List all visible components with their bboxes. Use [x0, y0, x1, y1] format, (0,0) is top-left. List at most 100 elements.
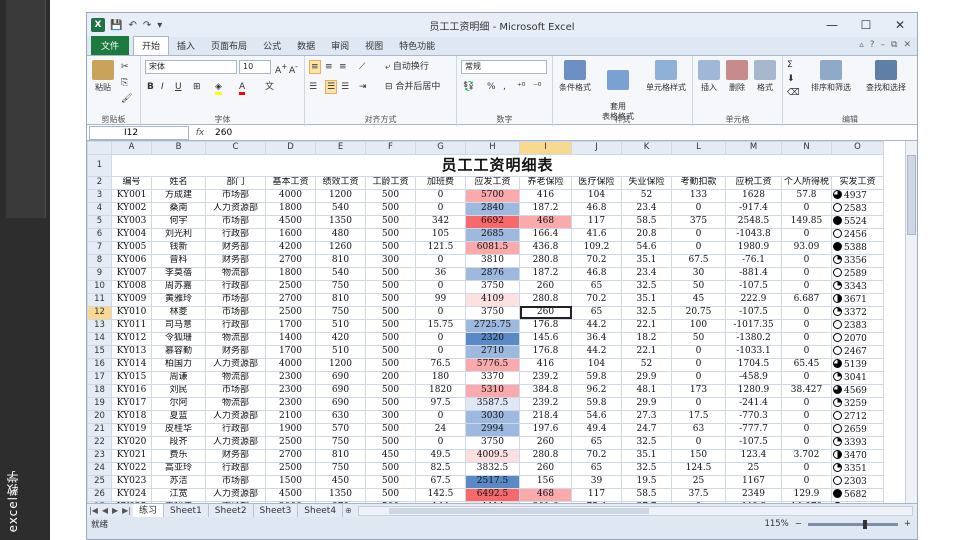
table-cell[interactable]: 3259 [831, 396, 884, 411]
table-cell[interactable]: 59.8 [571, 396, 622, 411]
grow-font-icon[interactable]: A+ [275, 60, 287, 76]
col-header-H[interactable]: H [465, 141, 520, 155]
table-cell[interactable]: 37.5 [671, 487, 726, 502]
table-cell[interactable]: 166.4 [519, 227, 572, 242]
table-cell[interactable]: 500 [365, 188, 416, 203]
table-cell[interactable]: 468 [519, 214, 572, 229]
table-cell[interactable]: 20.8 [621, 227, 672, 242]
table-cell[interactable]: 156 [519, 474, 572, 489]
table-cell[interactable]: 500 [365, 357, 416, 372]
row-header-19[interactable]: 19 [87, 396, 112, 411]
table-cell[interactable]: 38.427 [781, 383, 832, 398]
tab-6[interactable]: 审阅 [323, 37, 357, 55]
table-cell[interactable]: 59.8 [571, 370, 622, 385]
table-cell[interactable]: 市场部 [205, 292, 266, 307]
table-cell[interactable]: 物流部 [205, 331, 266, 346]
col-header-A[interactable]: A [111, 141, 152, 155]
column-header-cell[interactable]: 应税工资 [725, 175, 782, 190]
table-cell[interactable]: 人力资源部 [205, 487, 266, 502]
table-cell[interactable]: 4937 [831, 188, 884, 203]
table-cell[interactable]: 750 [315, 461, 366, 476]
table-cell[interactable]: 3587.5 [465, 396, 520, 411]
table-cell[interactable]: 李莫蓓 [151, 266, 206, 281]
table-cell[interactable]: 皮桂华 [151, 422, 206, 437]
phonetic-icon[interactable]: 文 [265, 80, 274, 94]
table-cell[interactable]: 187.2 [519, 266, 572, 281]
table-cell[interactable]: KY020 [111, 435, 152, 450]
ribbon-control-4[interactable]: ✕ [903, 40, 911, 50]
column-header-cell[interactable]: 考勤扣款 [671, 175, 726, 190]
table-cell[interactable]: 2876 [465, 266, 520, 281]
table-cell[interactable]: 176.8 [519, 344, 572, 359]
shrink-font-icon[interactable]: A- [289, 60, 298, 76]
table-cell[interactable]: 1900 [265, 422, 316, 437]
table-cell[interactable]: KY007 [111, 266, 152, 281]
table-cell[interactable]: 2712 [831, 409, 884, 424]
table-cell[interactable]: 1260 [315, 240, 366, 255]
table-cell[interactable]: 36.4 [571, 331, 622, 346]
table-cell[interactable]: 段齐 [151, 435, 206, 450]
align-center-icon[interactable]: ☰ [325, 80, 338, 94]
table-cell[interactable]: 2700 [265, 292, 316, 307]
find-select-button[interactable]: 查找和选择 [859, 60, 913, 93]
table-cell[interactable]: 36 [415, 266, 466, 281]
table-cell[interactable]: 0 [415, 279, 466, 294]
table-cell[interactable]: KY019 [111, 422, 152, 437]
table-cell[interactable]: 810 [315, 253, 366, 268]
comma-icon[interactable]: , [503, 80, 506, 94]
table-cell[interactable]: 52 [621, 357, 672, 372]
table-cell[interactable]: 1820 [415, 383, 466, 398]
table-cell[interactable]: 尔阿 [151, 396, 206, 411]
table-cell[interactable]: 3393 [831, 435, 884, 450]
name-box[interactable]: I12 [89, 125, 189, 140]
vertical-scrollbar[interactable] [905, 141, 917, 503]
align-top-icon[interactable]: ≡ [309, 60, 321, 74]
table-cell[interactable]: 27.3 [621, 409, 672, 424]
autosum-icon[interactable]: Σ [787, 58, 793, 72]
table-cell[interactable]: 65 [571, 279, 622, 294]
table-cell[interactable]: 67.5 [415, 474, 466, 489]
sheet-tab-4[interactable]: Sheet4 [298, 503, 344, 518]
table-cell[interactable]: 2725.75 [465, 318, 520, 333]
table-cell[interactable]: 416 [519, 188, 572, 203]
table-cell[interactable]: KY004 [111, 227, 152, 242]
sheet-nav-arrow-icon[interactable]: ◀ [100, 506, 110, 515]
maximize-button[interactable]: ☐ [849, 13, 883, 37]
table-cell[interactable]: 260 [519, 435, 572, 450]
col-header-E[interactable]: E [315, 141, 366, 155]
table-cell[interactable]: 32.5 [621, 461, 672, 476]
table-cell[interactable]: KY025 [111, 500, 152, 503]
table-cell[interactable]: KY023 [111, 474, 152, 489]
table-cell[interactable]: 何宇 [151, 214, 206, 229]
table-cell[interactable]: 苏洁 [151, 474, 206, 489]
table-cell[interactable]: 44.2 [571, 344, 622, 359]
table-cell[interactable]: 3671 [831, 292, 884, 307]
font-color-icon[interactable]: A [239, 80, 246, 95]
table-cell[interactable]: 0 [671, 500, 726, 503]
table-cell[interactable]: 0 [781, 474, 832, 489]
table-cell[interactable]: KY003 [111, 214, 152, 229]
column-header-cell[interactable]: 失业保险 [621, 175, 672, 190]
currency-icon[interactable]: 💱 [463, 80, 474, 94]
table-cell[interactable]: 2548.5 [725, 214, 782, 229]
table-cell[interactable]: 540 [315, 201, 366, 216]
table-cell[interactable]: 方成建 [151, 188, 206, 203]
sheet-nav-arrow-icon[interactable]: |◀ [87, 506, 100, 515]
table-cell[interactable]: 2517.5 [465, 474, 520, 489]
table-cell[interactable]: 450 [365, 448, 416, 463]
table-cell[interactable]: 财务部 [205, 253, 266, 268]
table-cell[interactable]: 3984 [831, 500, 884, 503]
table-cell[interactable]: 0 [781, 266, 832, 281]
table-cell[interactable]: 750 [315, 279, 366, 294]
minimize-button[interactable]: — [815, 13, 849, 37]
zoom-level[interactable]: 115% [764, 519, 788, 529]
table-cell[interactable]: 500 [365, 422, 416, 437]
table-cell[interactable]: 0 [781, 279, 832, 294]
table-cell[interactable]: 500 [365, 474, 416, 489]
vertical-scroll-thumb[interactable] [907, 155, 916, 235]
ribbon-control-2[interactable]: – [881, 40, 886, 50]
row-header-8[interactable]: 8 [87, 253, 112, 268]
table-cell[interactable]: 2070 [831, 331, 884, 346]
table-cell[interactable]: 物流部 [205, 396, 266, 411]
table-cell[interactable]: 440.3 [725, 500, 782, 503]
